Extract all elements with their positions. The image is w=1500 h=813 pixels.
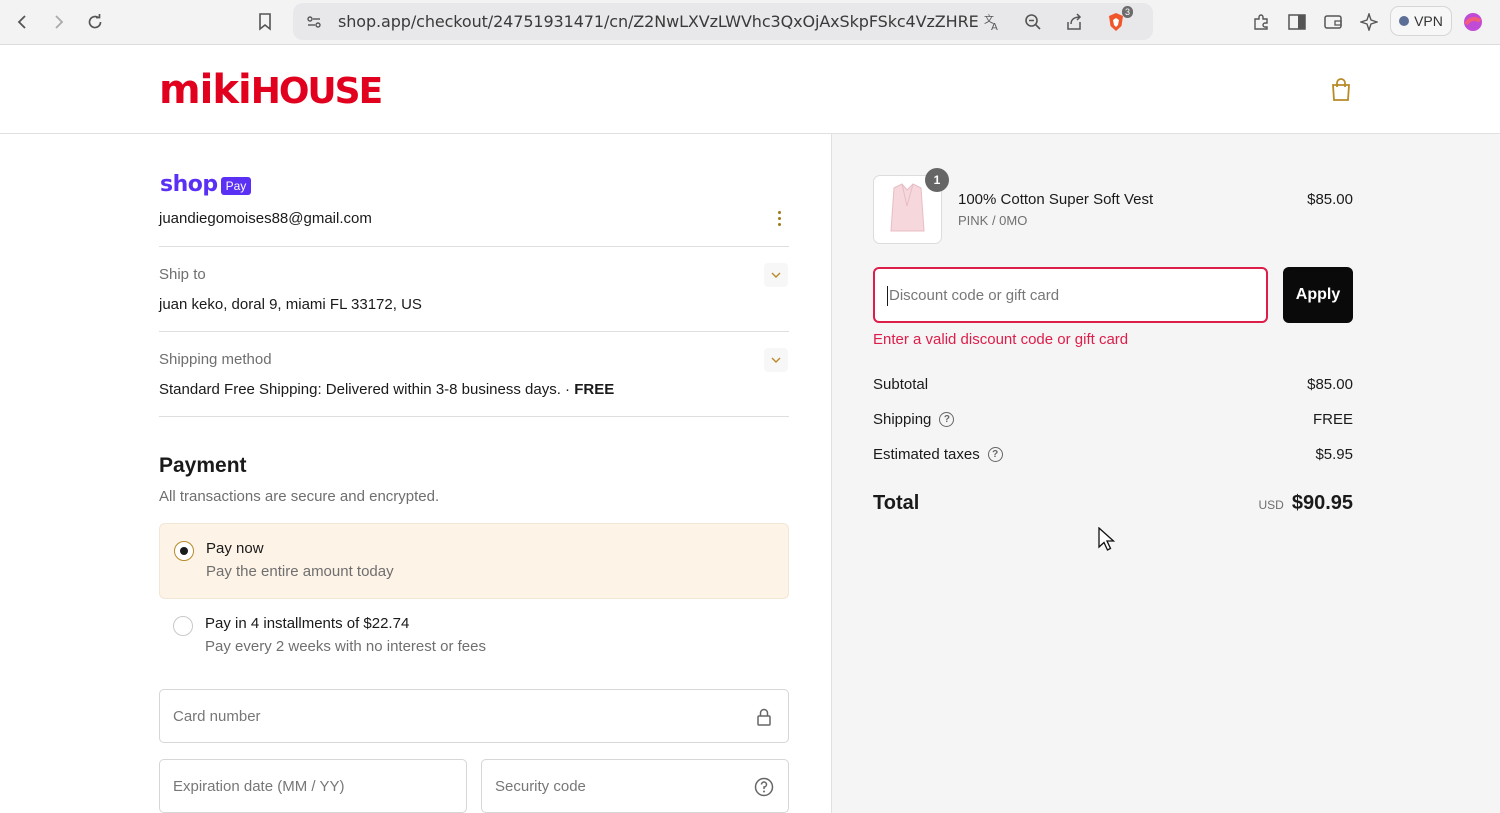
vpn-status-icon [1399, 16, 1410, 26]
divider [159, 331, 789, 332]
logo-small-text: miki [159, 67, 252, 113]
share-icon[interactable] [1061, 9, 1087, 35]
ship-to-chevron-down-icon[interactable] [764, 263, 788, 287]
zoom-out-icon[interactable] [1020, 9, 1046, 35]
bookmark-icon[interactable] [252, 9, 278, 35]
shields-count-badge: 3 [1121, 6, 1133, 18]
product-price: $85.00 [1307, 191, 1353, 208]
site-settings-icon[interactable] [301, 9, 327, 35]
expiration-placeholder: Expiration date (MM / YY) [173, 778, 345, 795]
extensions-icon[interactable] [1248, 9, 1274, 35]
discount-code-input[interactable]: Discount code or gift card [873, 267, 1268, 323]
lock-icon [753, 706, 775, 728]
vpn-button[interactable]: VPN [1390, 6, 1452, 36]
card-number-placeholder: Card number [173, 708, 261, 725]
payment-title: Payment [159, 454, 247, 477]
brave-shields-icon[interactable]: 3 [1103, 6, 1133, 35]
ship-to-label: Ship to [159, 266, 206, 283]
security-code-field[interactable]: Security code [481, 759, 789, 813]
logo-big-text: HOUSE [250, 71, 383, 112]
text-caret [887, 286, 888, 306]
item-quantity-badge: 1 [925, 168, 949, 192]
pay-now-radio[interactable] [174, 541, 194, 561]
vpn-label: VPN [1414, 13, 1443, 29]
subtotal-value: $85.00 [1307, 376, 1353, 393]
checkout-form: shop Pay juandiegomoises88@gmail.com Shi… [0, 134, 832, 813]
divider [159, 246, 789, 247]
payment-subtitle: All transactions are secure and encrypte… [159, 488, 440, 505]
taxes-value: $5.95 [1315, 446, 1353, 463]
product-name: 100% Cotton Super Soft Vest [958, 191, 1154, 208]
store-header: mikiHOUSE [0, 46, 1500, 134]
installments-title: Pay in 4 installments of $22.74 [205, 615, 410, 632]
currency-code: USD [1258, 498, 1284, 512]
order-summary: 1 100% Cotton Super Soft Vest PINK / 0MO… [832, 134, 1500, 813]
subtotal-text: Subtotal [873, 376, 929, 393]
mouse-cursor-icon [1098, 526, 1116, 553]
back-icon[interactable] [10, 9, 36, 35]
shipping-value: FREE [1312, 411, 1353, 428]
total-amount: $90.95 [1291, 492, 1353, 514]
url-text: shop.app/checkout/24751931471/cn/Z2NwLXV… [338, 12, 978, 31]
expiration-date-field[interactable]: Expiration date (MM / YY) [159, 759, 467, 813]
shipping-text: Shipping [873, 411, 932, 428]
payment-option-installments[interactable]: Pay in 4 installments of $22.74 Pay ever… [159, 599, 789, 675]
shipping-method-label: Shipping method [159, 351, 272, 368]
taxes-help-icon[interactable]: ? [987, 447, 1003, 462]
profile-avatar-icon[interactable] [1460, 9, 1486, 35]
browser-toolbar: shop.app/checkout/24751931471/cn/Z2NwLXV… [0, 0, 1500, 45]
store-logo[interactable]: mikiHOUSE [159, 67, 383, 113]
discount-error-message: Enter a valid discount code or gift card [873, 331, 1129, 348]
card-number-field[interactable]: Card number [159, 689, 789, 743]
shop-word: shop [160, 172, 218, 197]
taxes-text: Estimated taxes [873, 446, 980, 463]
apply-button[interactable]: Apply [1283, 267, 1353, 323]
svg-text:A: A [991, 22, 998, 31]
shipping-method-price: FREE [574, 381, 615, 398]
address-bar[interactable]: shop.app/checkout/24751931471/cn/Z2NwLXV… [293, 3, 1153, 40]
wallet-icon[interactable] [1320, 9, 1346, 35]
discount-placeholder: Discount code or gift card [889, 287, 1060, 304]
total-value: USD $90.95 [1258, 492, 1353, 515]
subtotal-label: Subtotal [873, 376, 928, 393]
security-code-placeholder: Security code [495, 778, 586, 795]
product-variant: PINK / 0MO [958, 213, 1028, 228]
shopping-bag-icon[interactable] [1330, 78, 1352, 102]
shipping-method-chevron-down-icon[interactable] [764, 348, 788, 372]
sidebar-toggle-icon[interactable] [1284, 9, 1310, 35]
forward-icon[interactable] [45, 9, 71, 35]
installments-subtitle: Pay every 2 weeks with no interest or fe… [205, 638, 486, 655]
installments-radio[interactable] [173, 616, 193, 636]
shipping-method-text: Standard Free Shipping: Delivered within… [159, 381, 575, 398]
leo-ai-icon[interactable] [1356, 9, 1382, 35]
account-email: juandiegomoises88@gmail.com [159, 210, 372, 227]
divider [159, 416, 789, 417]
taxes-label: Estimated taxes ? [873, 446, 1003, 463]
more-options-icon[interactable] [770, 208, 788, 228]
pay-now-subtitle: Pay the entire amount today [206, 563, 394, 580]
help-icon[interactable] [753, 776, 775, 798]
shipping-method-value: Standard Free Shipping: Delivered within… [159, 381, 614, 398]
shop-pay-badge: Pay [220, 177, 252, 195]
translate-icon[interactable]: 文A [979, 9, 1005, 35]
shop-pay-logo: shop Pay [160, 172, 252, 197]
total-label: Total [873, 492, 920, 514]
shipping-help-icon[interactable]: ? [939, 412, 955, 427]
payment-option-pay-now[interactable]: Pay now Pay the entire amount today [159, 523, 789, 599]
ship-to-value: juan keko, doral 9, miami FL 33172, US [159, 296, 422, 313]
shipping-label: Shipping ? [873, 411, 955, 428]
pay-now-title: Pay now [206, 540, 264, 557]
reload-icon[interactable] [82, 9, 108, 35]
